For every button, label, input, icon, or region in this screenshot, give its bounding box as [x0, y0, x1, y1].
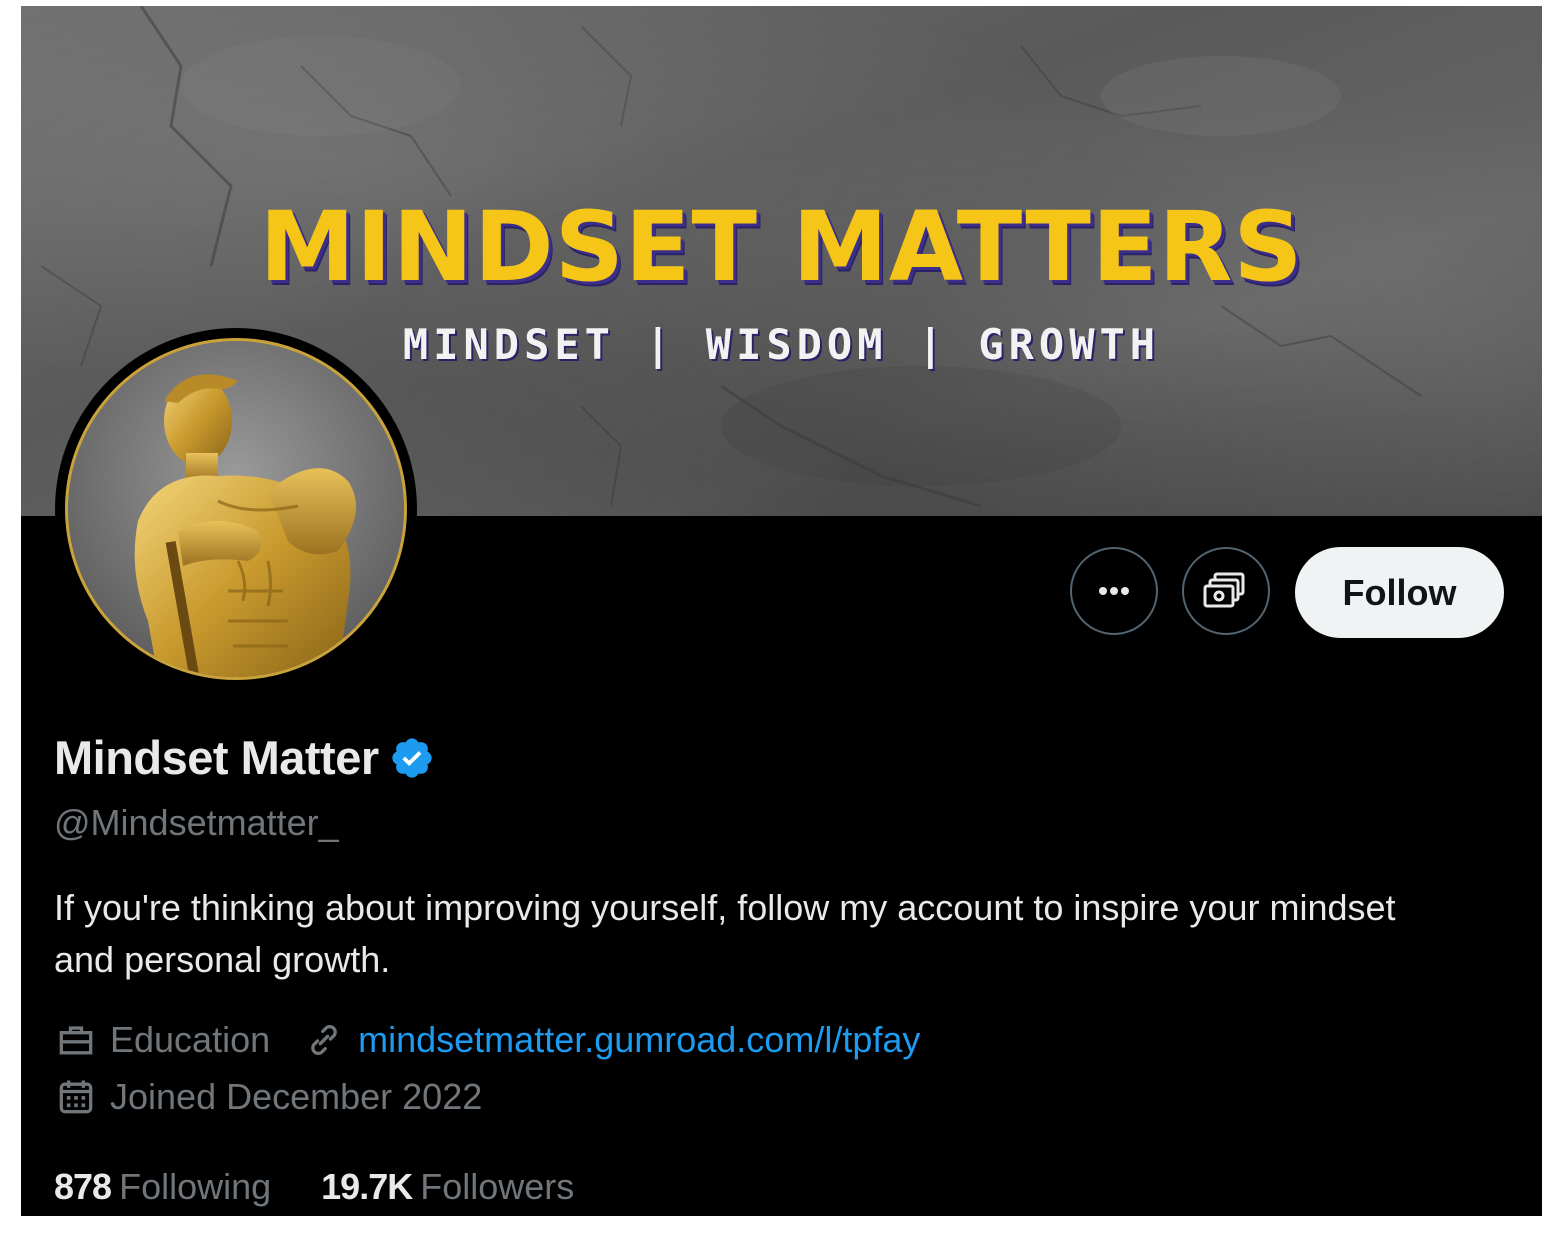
meta-row-1: Education mindsetmatter.gumroad.com/l/tp…	[54, 1018, 952, 1062]
followers-stat[interactable]: 19.7K Followers	[321, 1166, 574, 1208]
display-name: Mindset Matter	[54, 731, 379, 784]
profile-page: MINDSET MATTERS MINDSET | WISDOM | GROWT…	[21, 6, 1542, 1216]
briefcase-icon	[59, 1026, 93, 1055]
meta-row-2: Joined December 2022	[54, 1075, 514, 1119]
following-label: Following	[119, 1166, 272, 1207]
avatar-image	[65, 338, 407, 680]
following-stat[interactable]: 878 Following	[54, 1166, 271, 1208]
more-button[interactable]	[1070, 547, 1158, 635]
following-count: 878	[54, 1166, 112, 1207]
golden-statue-avatar-icon	[134, 374, 356, 677]
link-icon	[311, 1024, 337, 1056]
link-item: mindsetmatter.gumroad.com/l/tpfay	[302, 1018, 920, 1062]
joined-date: Joined December 2022	[110, 1076, 483, 1117]
category-label: Education	[110, 1019, 271, 1060]
name-row: Mindset Matter	[54, 730, 435, 785]
calendar-icon	[59, 1080, 93, 1114]
user-handle: @Mindsetmatter_	[54, 802, 339, 843]
followers-label: Followers	[420, 1166, 575, 1207]
follow-button[interactable]: Follow	[1295, 547, 1504, 638]
followers-count: 19.7K	[321, 1166, 413, 1207]
banner-title: MINDSET MATTERS	[259, 191, 1304, 303]
bio: If you're thinking about improving yours…	[54, 887, 1396, 980]
subscribe-button[interactable]	[1182, 547, 1270, 635]
verified-badge-icon[interactable]	[389, 735, 435, 781]
more-icon	[1099, 587, 1129, 595]
avatar[interactable]	[55, 328, 417, 690]
follow-stats: 878 Following 19.7K Followers	[54, 1166, 624, 1208]
category-item: Education	[54, 1018, 270, 1062]
subscribe-icon	[1203, 572, 1245, 608]
joined-item: Joined December 2022	[54, 1075, 482, 1119]
profile-link[interactable]: mindsetmatter.gumroad.com/l/tpfay	[358, 1019, 920, 1061]
